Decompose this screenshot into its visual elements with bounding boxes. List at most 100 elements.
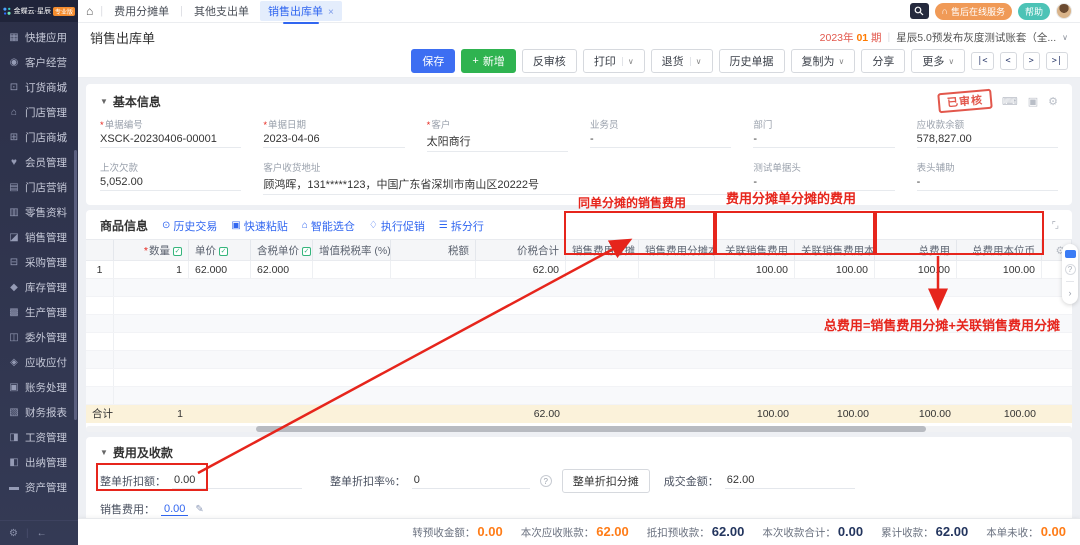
aftersale-service-button[interactable]: ∩售后在线服务: [935, 3, 1012, 20]
user-avatar[interactable]: [1056, 3, 1072, 19]
first-record-button[interactable]: |<: [971, 52, 993, 70]
more-button[interactable]: 更多∨: [911, 49, 965, 73]
sidebar-item-quick-apps[interactable]: ▦快捷应用: [0, 25, 78, 50]
total-fee-cell[interactable]: 100.00: [875, 261, 957, 278]
total-with-tax-cell[interactable]: 62.00: [476, 261, 566, 278]
history-bills-button[interactable]: 历史单据: [719, 49, 785, 73]
vat-rate-cell[interactable]: [313, 261, 391, 278]
tab-other-expense[interactable]: 其他支出单: [190, 1, 253, 21]
test-header-input[interactable]: -: [753, 175, 894, 191]
col-sales-fee-share[interactable]: 销售费用分摊: [566, 240, 639, 260]
total-fee-base-cell[interactable]: 100.00: [957, 261, 1042, 278]
bill-date-input[interactable]: 2023-04-06: [263, 132, 404, 148]
sales-fee-link[interactable]: 0.00: [161, 503, 188, 516]
tax-price-cell[interactable]: 62.000: [251, 261, 313, 278]
col-total-with-tax[interactable]: 价税合计: [476, 240, 566, 260]
return-goods-button[interactable]: 退货∨: [651, 49, 713, 73]
col-total-fee[interactable]: 总费用: [875, 240, 957, 260]
print-button[interactable]: 打印∨: [583, 49, 645, 73]
quick-paste-link[interactable]: ▣快速粘贴: [231, 218, 287, 234]
share-button[interactable]: 分享: [861, 49, 905, 73]
history-trade-link[interactable]: ⊙历史交易: [162, 218, 217, 234]
help-question-icon[interactable]: ?: [540, 475, 552, 487]
empty-table-row[interactable]: [86, 333, 1072, 351]
col-tax-amount[interactable]: 税额: [391, 240, 476, 260]
salesman-input[interactable]: -: [590, 132, 731, 148]
settings-gear-icon[interactable]: ⚙: [9, 528, 18, 539]
template-icon[interactable]: ▣: [1028, 95, 1038, 108]
expand-table-icon[interactable]: ⌜⌟: [1052, 220, 1058, 231]
keyboard-icon[interactable]: ⌨: [1002, 95, 1018, 108]
sales-fee-share-cell[interactable]: [566, 261, 639, 278]
collapse-sidebar-icon[interactable]: ←: [37, 528, 47, 539]
checkbox-icon[interactable]: ✓: [173, 247, 182, 256]
header-aux-input[interactable]: -: [917, 175, 1058, 191]
bill-no-input[interactable]: XSCK-20230406-00001: [100, 132, 241, 148]
collapse-triangle-icon[interactable]: ▼: [100, 448, 108, 457]
run-promotion-link[interactable]: ♢执行促销: [369, 218, 425, 234]
next-record-button[interactable]: >: [1023, 52, 1040, 70]
empty-table-row[interactable]: [86, 315, 1072, 333]
shipping-address-input[interactable]: 顾鸿晖，131*****123，中国广东省深圳市南山区20222号: [263, 175, 731, 195]
unaudit-button[interactable]: 反审核: [522, 49, 577, 73]
card-settings-gear-icon[interactable]: ⚙: [1048, 95, 1058, 108]
split-row-link[interactable]: ☰拆分行: [439, 218, 484, 234]
sidebar-item-store-mall[interactable]: ⊞门店商城: [0, 125, 78, 150]
save-button[interactable]: 保存: [411, 49, 455, 73]
empty-table-row[interactable]: [86, 297, 1072, 315]
sales-fee-share-base-cell[interactable]: [639, 261, 715, 278]
chat-feedback-icon[interactable]: [1065, 250, 1076, 258]
linked-sales-fee-base-cell[interactable]: 100.00: [795, 261, 875, 278]
sidebar-item-sales-mgmt[interactable]: ◪销售管理: [0, 225, 78, 250]
checkbox-icon[interactable]: ✓: [302, 247, 311, 256]
tab-fee-allocation[interactable]: 费用分摊单: [110, 1, 173, 21]
empty-table-row[interactable]: [86, 369, 1072, 387]
sidebar-item-accounting[interactable]: ▣账务处理: [0, 375, 78, 400]
add-new-button[interactable]: +新增: [461, 49, 515, 73]
sidebar-scrollbar[interactable]: [74, 150, 77, 420]
sidebar-item-retail-data[interactable]: ▥零售资料: [0, 200, 78, 225]
chevron-down-icon[interactable]: ∨: [1062, 33, 1068, 42]
sidebar-item-finance-reports[interactable]: ▧财务报表: [0, 400, 78, 425]
sidebar-item-outsourcing-mgmt[interactable]: ◫委外管理: [0, 325, 78, 350]
chevron-right-icon[interactable]: ›: [1069, 288, 1072, 298]
discount-rate-input[interactable]: 0: [412, 474, 530, 489]
empty-table-row[interactable]: [86, 351, 1072, 369]
last-record-button[interactable]: >|: [1046, 52, 1068, 70]
sidebar-item-ar-ap[interactable]: ◈应收应付: [0, 350, 78, 375]
close-icon[interactable]: ×: [328, 7, 334, 18]
department-input[interactable]: -: [753, 132, 894, 148]
col-linked-sales-fee[interactable]: 关联销售费用: [715, 240, 795, 260]
sidebar-item-asset-mgmt[interactable]: ▬资产管理: [0, 475, 78, 500]
col-qty[interactable]: *数量✓: [114, 240, 189, 260]
question-help-icon[interactable]: ?: [1065, 264, 1076, 275]
sidebar-item-store-mgmt[interactable]: ⌂门店管理: [0, 100, 78, 125]
col-unit-price[interactable]: 单价✓: [189, 240, 251, 260]
empty-table-row[interactable]: [86, 387, 1072, 405]
help-button[interactable]: 帮助: [1018, 3, 1050, 20]
sidebar-item-store-marketing[interactable]: ▤门店营销: [0, 175, 78, 200]
col-vat-rate[interactable]: 增值税税率 (%)✓: [313, 240, 391, 260]
col-linked-sales-fee-base[interactable]: 关联销售费用本位币: [795, 240, 875, 260]
sidebar-item-customer-ops[interactable]: ◉客户经营: [0, 50, 78, 75]
qty-cell[interactable]: 1: [114, 261, 189, 278]
collapse-triangle-icon[interactable]: ▼: [100, 97, 108, 106]
account-set-selector[interactable]: 星辰5.0预发布灰度测试账套（全...: [896, 30, 1056, 45]
checkbox-icon[interactable]: ✓: [219, 247, 228, 256]
copy-as-button[interactable]: 复制为∨: [791, 49, 856, 73]
discount-amount-input[interactable]: 0.00: [172, 474, 302, 489]
horizontal-scrollbar-track[interactable]: [86, 426, 1072, 432]
prev-record-button[interactable]: <: [1000, 52, 1017, 70]
tax-amount-cell[interactable]: [391, 261, 476, 278]
col-total-fee-base[interactable]: 总费用本位币: [957, 240, 1042, 260]
sidebar-item-member-mgmt[interactable]: ♥会员管理: [0, 150, 78, 175]
edit-pencil-icon[interactable]: ✎: [195, 504, 203, 515]
linked-sales-fee-cell[interactable]: 100.00: [715, 261, 795, 278]
search-button[interactable]: [910, 3, 929, 19]
col-sales-fee-share-base[interactable]: 销售费用分摊本位币: [639, 240, 715, 260]
unit-price-cell[interactable]: 62.000: [189, 261, 251, 278]
sidebar-item-production-mgmt[interactable]: ▩生产管理: [0, 300, 78, 325]
horizontal-scrollbar-thumb[interactable]: [256, 426, 926, 432]
sidebar-item-order-mall[interactable]: ⊡订货商城: [0, 75, 78, 100]
sidebar-item-purchase-mgmt[interactable]: ⊟采购管理: [0, 250, 78, 275]
